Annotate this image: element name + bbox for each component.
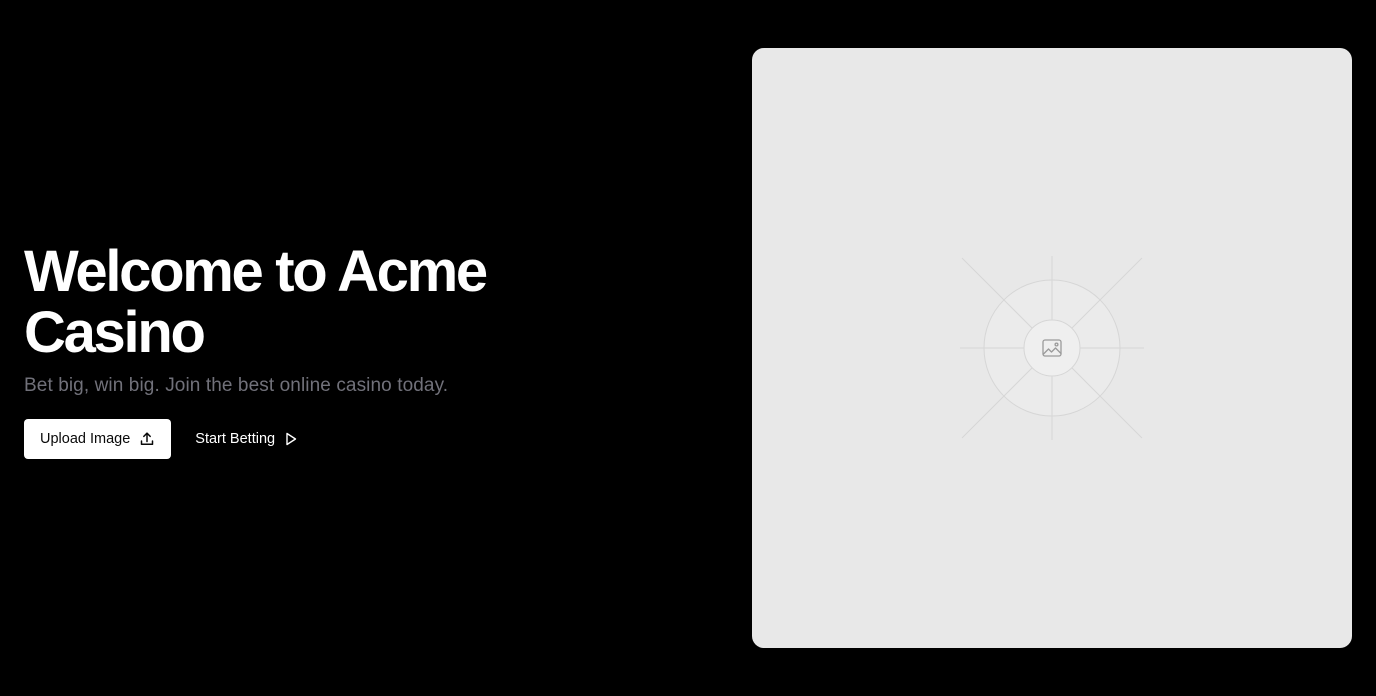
upload-image-button[interactable]: Upload Image bbox=[24, 419, 172, 459]
placeholder-illustration bbox=[960, 256, 1144, 440]
image-placeholder-panel bbox=[752, 48, 1352, 648]
start-betting-label: Start Betting bbox=[195, 431, 276, 447]
upload-image-label: Upload Image bbox=[40, 431, 131, 447]
page-title: Welcome to Acme Casino bbox=[24, 239, 488, 365]
hero-section: Welcome to Acme Casino Bet big, win big.… bbox=[24, 241, 584, 459]
hero-actions: Upload Image Start Betting bbox=[24, 419, 584, 459]
landing-page: Welcome to Acme Casino Bet big, win big.… bbox=[0, 0, 1376, 696]
play-icon bbox=[284, 431, 298, 447]
upload-icon bbox=[139, 431, 155, 447]
start-betting-button[interactable]: Start Betting bbox=[179, 419, 314, 459]
hero-subtitle: Bet big, win big. Join the best online c… bbox=[24, 375, 449, 396]
